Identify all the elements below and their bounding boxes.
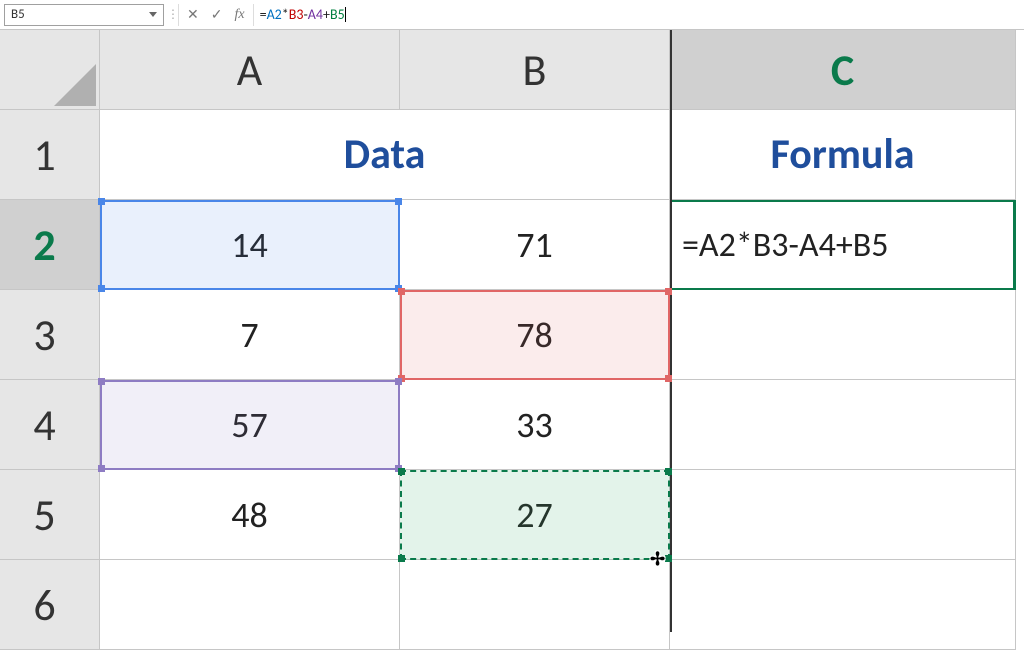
column-header-b[interactable]: B (400, 30, 670, 110)
formula-token-plus: + (323, 6, 330, 23)
grip-handle[interactable]: ⋮ (168, 7, 178, 22)
cell-c5[interactable] (670, 470, 1016, 560)
cell-b5[interactable]: 27 (400, 470, 670, 560)
cell-a2[interactable]: 14 (100, 200, 400, 290)
column-c-divider (670, 30, 672, 632)
formula-token-star: * (282, 6, 289, 23)
column-header-a[interactable]: A (100, 30, 400, 110)
cell-a6[interactable] (100, 560, 400, 650)
formula-token-eq: = (260, 6, 267, 23)
chevron-down-icon[interactable] (149, 12, 157, 17)
formula-token-b3: B3 (289, 6, 304, 23)
spreadsheet-grid: A B C 1 Data Formula 2 14 71 =A2*B3-A4+B… (0, 30, 1024, 650)
cell-b4[interactable]: 33 (400, 380, 670, 470)
accept-icon[interactable]: ✓ (211, 6, 223, 23)
cell-c4[interactable] (670, 380, 1016, 470)
formula-token-a2: A2 (267, 6, 282, 23)
cell-a1b1-merged[interactable]: Data (100, 110, 670, 200)
cell-a5[interactable]: 48 (100, 470, 400, 560)
fx-icon[interactable]: fx (234, 7, 244, 23)
row-header-5[interactable]: 5 (0, 470, 100, 560)
row-header-4[interactable]: 4 (0, 380, 100, 470)
formula-input[interactable]: =A2*B3-A4+B5 (253, 4, 1024, 26)
cell-a3[interactable]: 7 (100, 290, 400, 380)
column-header-c[interactable]: C (670, 30, 1016, 110)
formula-token-b5: B5 (330, 6, 345, 23)
cell-b2[interactable]: 71 (400, 200, 670, 290)
cell-b3[interactable]: 78 (400, 290, 670, 380)
cell-c1[interactable]: Formula (670, 110, 1016, 200)
row-header-2[interactable]: 2 (0, 200, 100, 290)
formula-bar-buttons: ✕ ✓ fx (178, 4, 253, 26)
name-box[interactable]: B5 (4, 4, 164, 26)
cell-c6[interactable] (670, 560, 1016, 650)
corner-triangle-icon (54, 64, 96, 106)
caret-icon (345, 7, 346, 22)
select-all-corner[interactable] (0, 30, 100, 110)
row-header-1[interactable]: 1 (0, 110, 100, 200)
formula-bar: B5 ⋮ ✕ ✓ fx =A2*B3-A4+B5 (0, 0, 1024, 30)
cancel-icon[interactable]: ✕ (187, 6, 199, 23)
formula-token-a4: A4 (308, 6, 323, 23)
cell-c2[interactable]: =A2*B3-A4+B5 (670, 200, 1016, 290)
row-header-6[interactable]: 6 (0, 560, 100, 650)
name-box-value: B5 (11, 7, 25, 22)
row-header-3[interactable]: 3 (0, 290, 100, 380)
cell-b6[interactable] (400, 560, 670, 650)
cell-a4[interactable]: 57 (100, 380, 400, 470)
cell-c3[interactable] (670, 290, 1016, 380)
